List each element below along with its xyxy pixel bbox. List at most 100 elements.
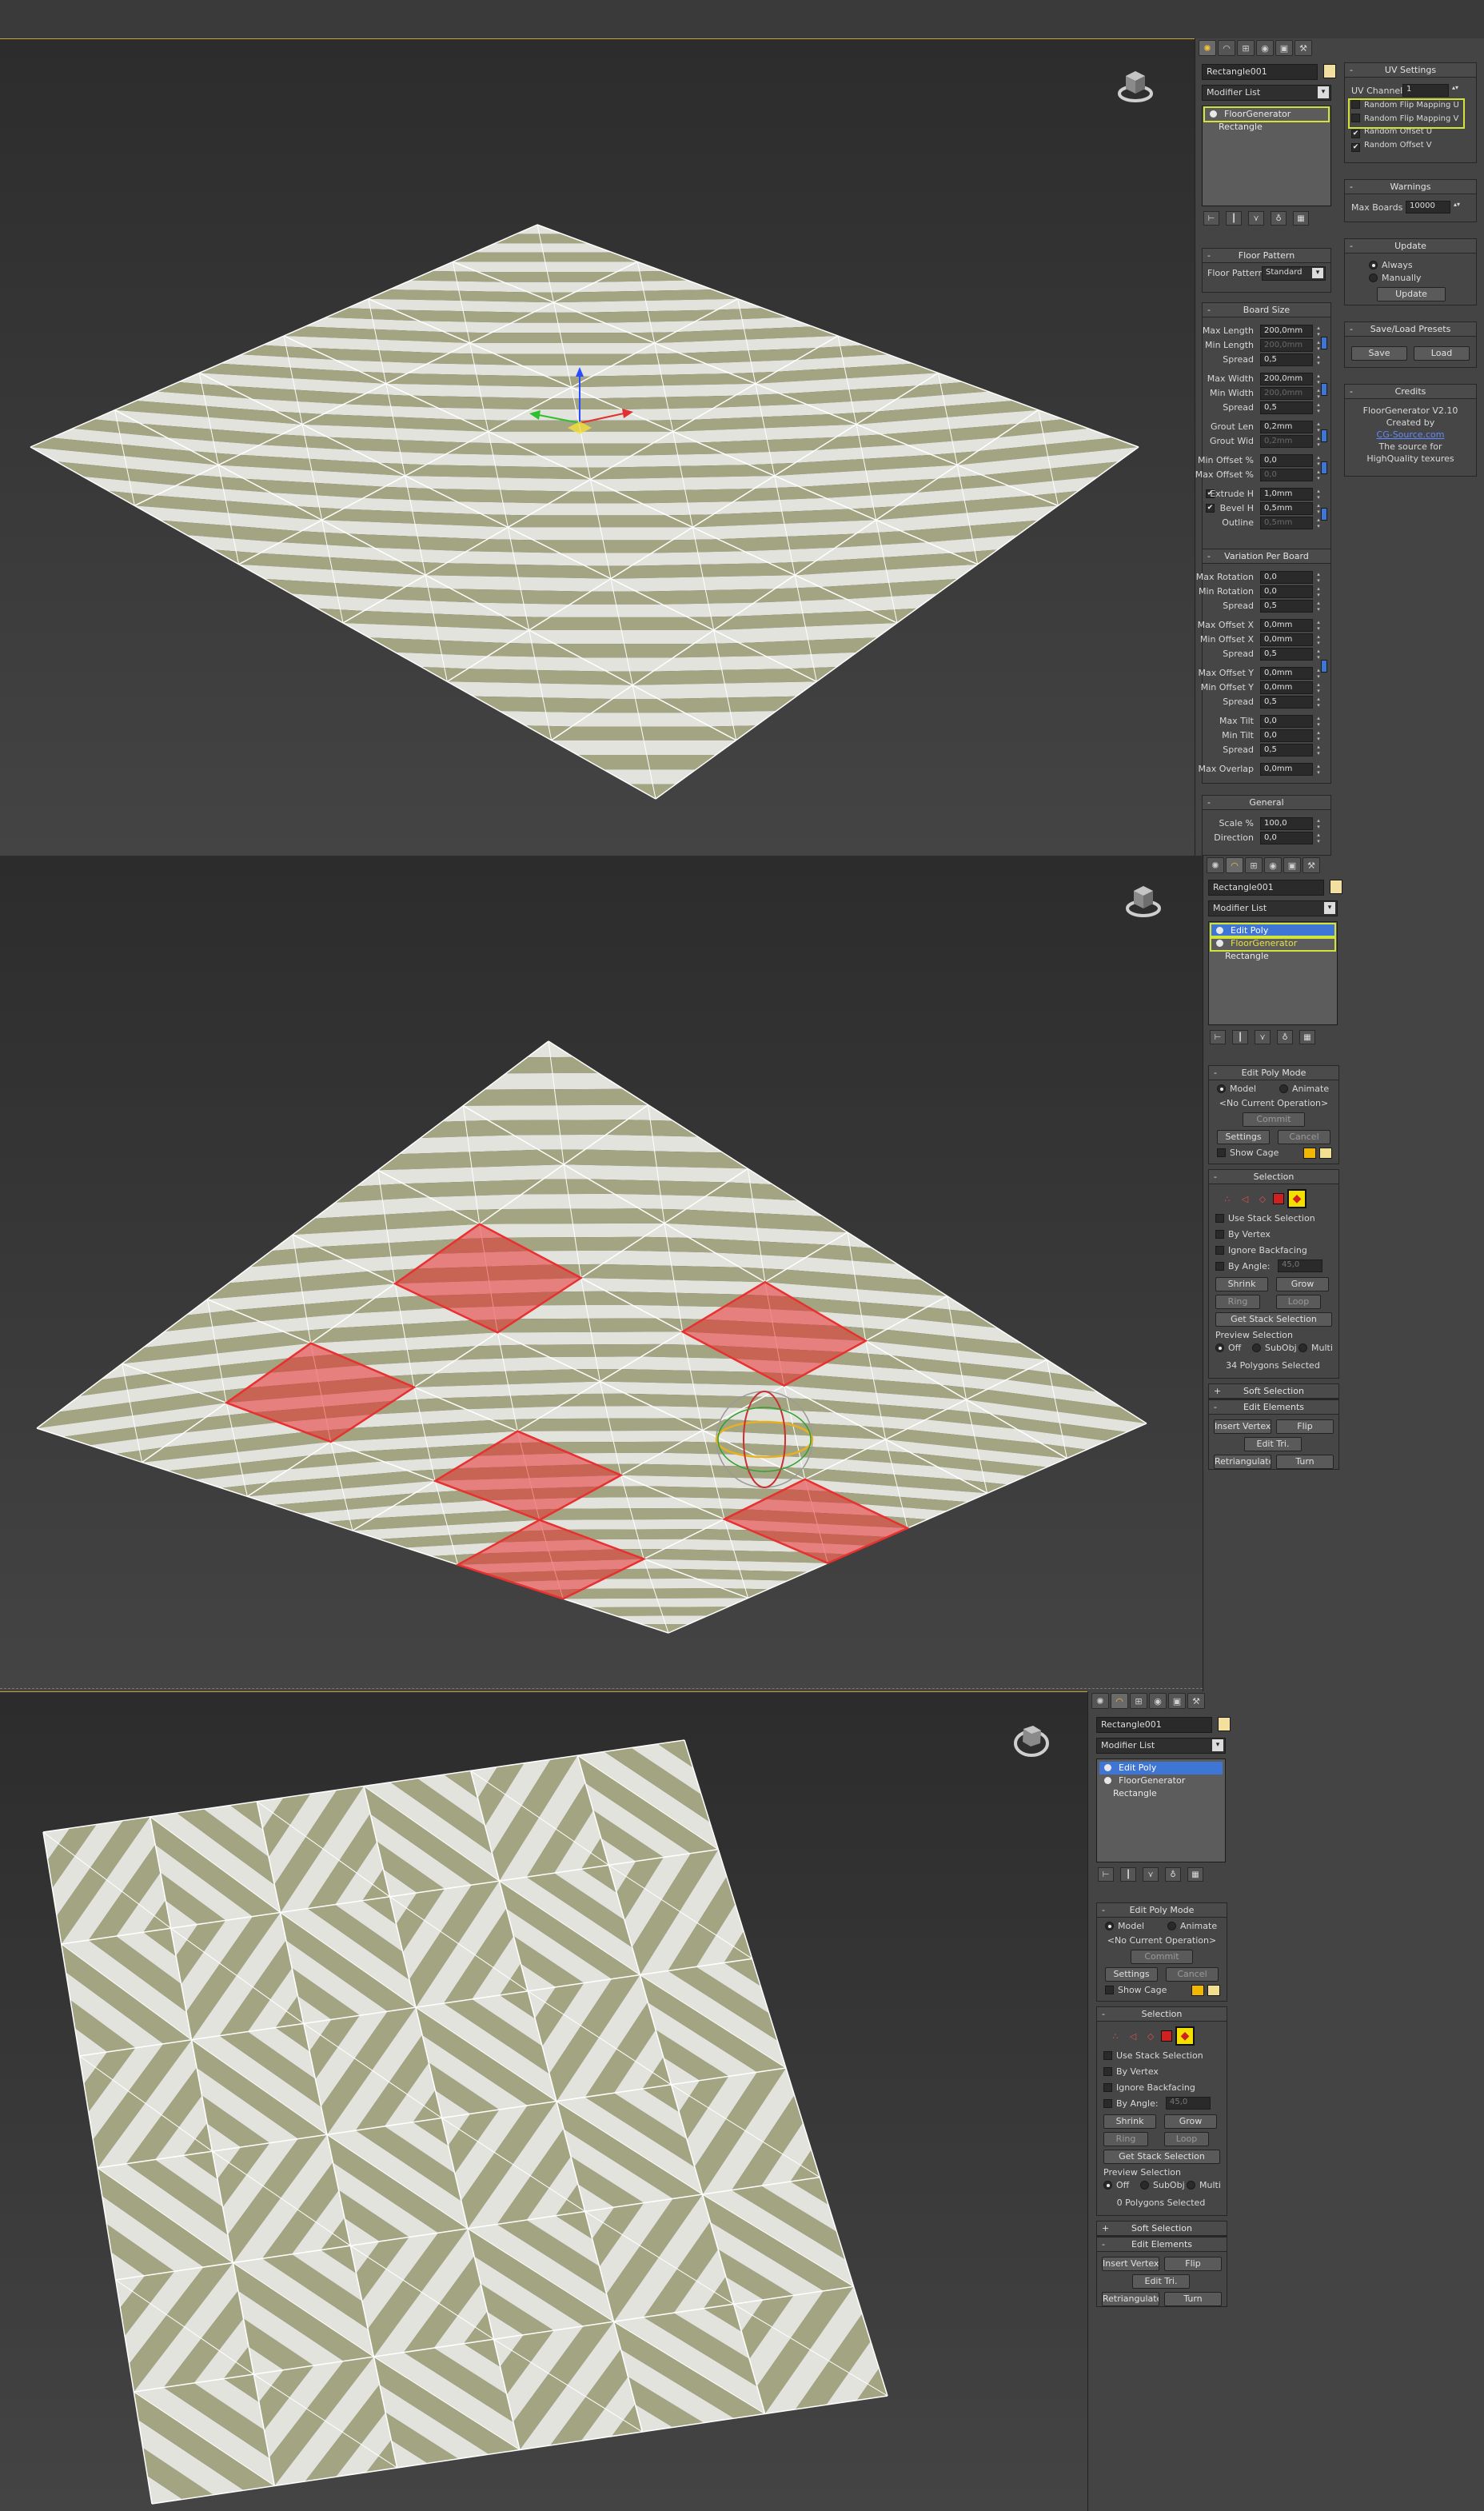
spinner-arrows-icon[interactable]: ▴▾ (1314, 633, 1322, 646)
flip-button[interactable]: Flip (1164, 2257, 1222, 2271)
spinner-field[interactable]: 200,0mm (1260, 387, 1313, 400)
cage-color-swatch[interactable] (1303, 1148, 1316, 1159)
spinner-arrows-icon[interactable]: ▴▾ (1314, 585, 1322, 598)
motion-icon[interactable]: ◉ (1256, 40, 1274, 56)
pin-stack-icon[interactable]: ⊢ (1210, 1030, 1226, 1044)
spinner-arrows-icon[interactable]: ▴▾ (1314, 325, 1322, 337)
ring-button[interactable]: Ring (1215, 1295, 1260, 1309)
floor-pattern-dropdown[interactable]: Standard ▾ (1262, 266, 1326, 281)
spinner-field[interactable]: 200,0mm (1260, 373, 1313, 385)
viewcube-icon[interactable] (1011, 1718, 1051, 1758)
lock-offset-y-toggle[interactable] (1321, 660, 1327, 673)
lightbulb-icon[interactable] (1210, 110, 1217, 118)
commit-button[interactable]: Commit (1131, 1950, 1193, 1964)
viewport-perspective[interactable] (0, 856, 1203, 1691)
border-mode-icon[interactable]: ◇ (1255, 1192, 1270, 1206)
lightbulb-icon[interactable] (1104, 1764, 1111, 1771)
spinner-arrows-icon[interactable]: ▴▾ (1314, 696, 1322, 709)
preview-off-radio[interactable]: Off (1103, 2180, 1129, 2190)
transform-gizmo-icon[interactable] (520, 359, 640, 455)
vertex-mode-icon[interactable]: ∴ (1108, 2029, 1123, 2043)
spinner-field[interactable]: 0,0 (1260, 454, 1313, 467)
object-color-swatch[interactable] (1218, 1717, 1231, 1731)
save-preset-button[interactable]: Save (1351, 346, 1407, 361)
spinner-arrows-icon[interactable]: ▴▾ (1314, 832, 1322, 844)
get-stack-selection-button[interactable]: Get Stack Selection (1215, 1312, 1332, 1327)
object-color-swatch[interactable] (1330, 880, 1342, 894)
hierarchy-icon[interactable]: ⊞ (1130, 1693, 1147, 1709)
lightbulb-icon[interactable] (1216, 927, 1223, 934)
spinner-field[interactable]: 0,0 (1260, 729, 1313, 742)
loop-button[interactable]: Loop (1164, 2132, 1209, 2146)
update-always-radio[interactable]: Always (1369, 260, 1413, 270)
rollout-header[interactable]: - Edit Elements (1097, 2238, 1227, 2252)
by-vertex-checkbox[interactable]: By Vertex (1215, 1229, 1271, 1240)
make-unique-icon[interactable]: ⋎ (1143, 1867, 1159, 1882)
rollout-header[interactable]: - Save/Load Presets (1345, 322, 1476, 337)
spinner-field[interactable]: 0,2mm (1260, 421, 1313, 433)
modifier-stack[interactable]: Edit Poly FloorGenerator Rectangle (1208, 921, 1338, 1025)
stack-item-edit-poly[interactable]: Edit Poly (1099, 1762, 1223, 1774)
spinner-field[interactable]: 0,0 (1260, 571, 1313, 584)
stack-item-rectangle[interactable]: Rectangle (1203, 121, 1330, 134)
vertex-mode-icon[interactable]: ∴ (1220, 1192, 1235, 1206)
spinner-field[interactable]: 0,5 (1260, 600, 1313, 613)
remove-modifier-icon[interactable]: ♁ (1277, 1030, 1293, 1044)
rollout-header[interactable]: - Variation Per Board (1203, 549, 1330, 564)
spinner-field[interactable]: 100,0 (1260, 817, 1313, 830)
configure-sets-icon[interactable]: ▦ (1299, 1030, 1315, 1044)
spinner-field[interactable]: 200,0mm (1260, 325, 1313, 337)
hierarchy-icon[interactable]: ⊞ (1245, 857, 1263, 873)
rollout-header[interactable]: - Floor Pattern (1203, 249, 1330, 263)
lock-width-toggle[interactable] (1321, 383, 1327, 396)
configure-sets-icon[interactable]: ▦ (1187, 1867, 1203, 1882)
show-end-result-icon[interactable]: ┃ (1120, 1867, 1136, 1882)
use-stack-selection-checkbox[interactable]: Use Stack Selection (1215, 1213, 1315, 1224)
stack-item-rectangle[interactable]: Rectangle (1097, 1787, 1225, 1800)
stack-item-edit-poly[interactable]: Edit Poly (1210, 923, 1336, 939)
load-preset-button[interactable]: Load (1414, 346, 1470, 361)
model-radio[interactable]: Model (1217, 1084, 1256, 1094)
cage-color-swatch[interactable] (1191, 1985, 1204, 1996)
spinner-arrows-icon[interactable]: ▴▾ (1314, 648, 1322, 661)
cage-selected-color-swatch[interactable] (1319, 1148, 1332, 1159)
viewcube-icon[interactable] (1115, 65, 1155, 105)
lock-offset-toggle[interactable] (1321, 461, 1327, 474)
rollout-header[interactable]: - Warnings (1345, 180, 1476, 194)
lock-grout-toggle[interactable] (1321, 429, 1327, 442)
rollout-header[interactable]: - UV Settings (1345, 63, 1476, 78)
spinner-field[interactable]: 0,5 (1260, 696, 1313, 709)
spinner-arrows-icon[interactable]: ▴▾ (1314, 715, 1322, 728)
spinner-field[interactable]: 0,0 (1260, 832, 1313, 844)
turn-button[interactable]: Turn (1164, 2292, 1222, 2306)
modify-icon[interactable]: ◠ (1111, 1693, 1128, 1709)
update-button[interactable]: Update (1377, 287, 1446, 301)
spinner-field[interactable]: 0,0mm (1260, 681, 1313, 694)
spinner-arrows-icon[interactable]: ▴▾ (1314, 681, 1322, 694)
modify-icon[interactable]: ◠ (1218, 40, 1235, 56)
utilities-icon[interactable]: ⚒ (1187, 1693, 1205, 1709)
spinner-field[interactable]: 1,0mm (1260, 488, 1313, 501)
spinner-field[interactable]: 0,5 (1260, 744, 1313, 756)
model-radio[interactable]: Model (1105, 1921, 1144, 1931)
pin-stack-icon[interactable]: ⊢ (1203, 211, 1219, 226)
spinner-field[interactable]: 0,5mm (1260, 517, 1313, 529)
rollout-header[interactable]: - Credits (1345, 385, 1476, 399)
display-icon[interactable]: ▣ (1168, 1693, 1186, 1709)
cage-selected-color-swatch[interactable] (1207, 1985, 1220, 1996)
remove-modifier-icon[interactable]: ♁ (1271, 211, 1287, 226)
modifier-stack[interactable]: FloorGenerator Rectangle (1202, 106, 1331, 206)
spinner-field[interactable]: 0,5mm (1260, 502, 1313, 515)
make-unique-icon[interactable]: ⋎ (1248, 211, 1264, 226)
loop-button[interactable]: Loop (1276, 1295, 1321, 1309)
show-end-result-icon[interactable]: ┃ (1226, 211, 1242, 226)
lightbulb-icon[interactable] (1104, 1777, 1111, 1784)
ring-button[interactable]: Ring (1103, 2132, 1148, 2146)
create-icon[interactable]: ✺ (1207, 857, 1224, 873)
update-manually-radio[interactable]: Manually (1369, 273, 1422, 283)
make-unique-icon[interactable]: ⋎ (1255, 1030, 1271, 1044)
spinner-arrows-icon[interactable]: ▴▾ (1314, 401, 1322, 414)
get-stack-selection-button[interactable]: Get Stack Selection (1103, 2150, 1220, 2164)
grow-button[interactable]: Grow (1164, 2114, 1217, 2129)
viewcube-icon[interactable] (1123, 880, 1163, 920)
